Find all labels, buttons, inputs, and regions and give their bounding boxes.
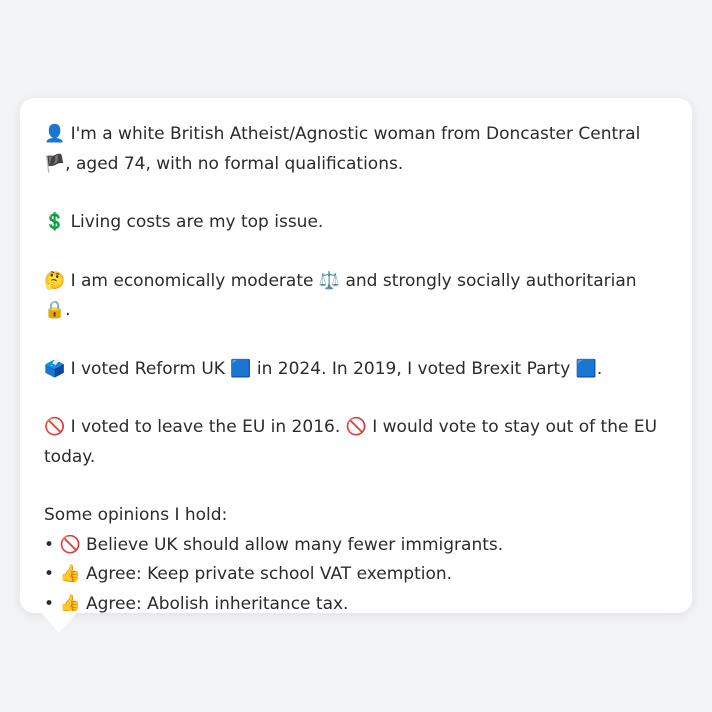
- prohibited-icon: 🚫: [59, 534, 81, 555]
- thinking-face-icon: 🤔: [44, 270, 66, 291]
- eu-line: 🚫 I voted to leave the EU in 2016. 🚫 I w…: [44, 413, 668, 472]
- prohibited-icon: 🚫: [44, 417, 66, 437]
- england-flag-icon: 🏴: [44, 153, 66, 174]
- opinion-text: Believe UK should allow many fewer immig…: [86, 534, 504, 555]
- opinion-text: Agree: Keep private school VAT exemption…: [86, 564, 453, 584]
- blue-square-icon: 🟦: [230, 358, 252, 379]
- issue-line: 💲 Living costs are my top issue.: [44, 208, 668, 238]
- prohibited-icon: 🚫: [345, 417, 367, 437]
- persona-card: 👤 I'm a white British Atheist/Agnostic w…: [20, 98, 692, 614]
- bullet: •: [44, 534, 55, 555]
- speech-bubble-tail: [40, 611, 78, 633]
- vote-text-b: in 2024. In 2019, I voted Brexit Party: [251, 358, 576, 379]
- ideology-line: 🤔 I am economically moderate ⚖️ and stro…: [44, 267, 668, 326]
- vote-text-c: .: [596, 358, 603, 379]
- opinion-item: • 👍 Agree: Keep private school VAT exemp…: [44, 560, 668, 590]
- identity-line: 👤 I'm a white British Atheist/Agnostic w…: [44, 120, 668, 179]
- issue-text: Living costs are my top issue.: [70, 212, 324, 232]
- ideology-text-a: I am economically moderate: [70, 270, 319, 291]
- identity-text-a: I'm a white British Atheist/Agnostic wom…: [70, 124, 641, 144]
- page: 👤 I'm a white British Atheist/Agnostic w…: [0, 0, 712, 712]
- thumbs-up-icon: 👍: [59, 564, 81, 584]
- identity-text-b: , aged 74, with no formal qualifications…: [65, 153, 404, 174]
- opinion-item: • 🚫 Believe UK should allow many fewer i…: [44, 531, 668, 561]
- dollar-icon: 💲: [44, 212, 66, 232]
- bullet: •: [44, 564, 55, 584]
- opinion-item: • 👍 Agree: Abolish inheritance tax.: [44, 590, 668, 620]
- lock-icon: 🔒: [44, 300, 66, 320]
- vote-text-a: I voted Reform UK: [70, 358, 231, 379]
- vote-line: 🗳️ I voted Reform UK 🟦 in 2024. In 2019,…: [44, 355, 668, 385]
- balance-scale-icon: ⚖️: [318, 270, 341, 291]
- ballot-box-icon: 🗳️: [44, 358, 66, 379]
- opinions-heading: Some opinions I hold:: [44, 505, 228, 525]
- ideology-text-b: and strongly socially authoritarian: [340, 270, 637, 291]
- ideology-text-c: .: [65, 300, 71, 320]
- eu-text-a: I voted to leave the EU in 2016.: [70, 417, 346, 437]
- blue-square-icon: 🟦: [575, 358, 597, 379]
- opinion-text: Agree: Abolish inheritance tax.: [86, 593, 349, 614]
- person-icon: 👤: [44, 124, 66, 144]
